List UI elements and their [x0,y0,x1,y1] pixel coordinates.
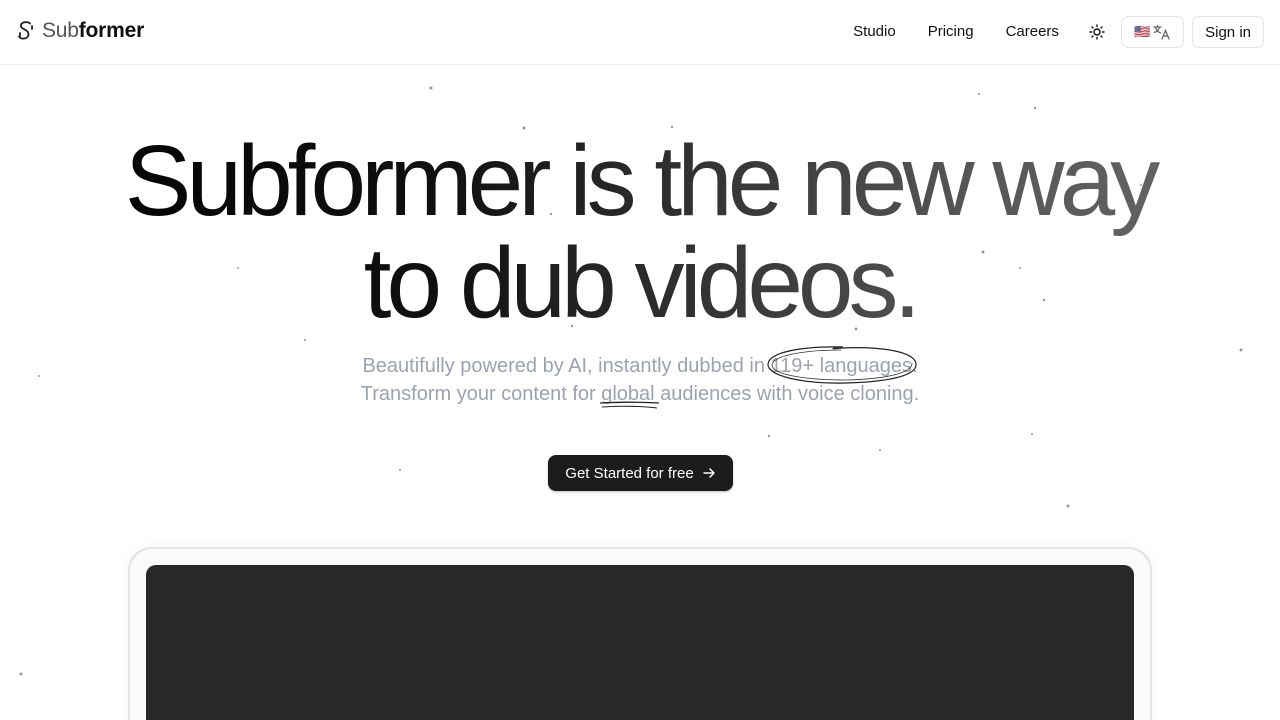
hero-headline: Subformer is the new way to dub videos. [0,130,1280,334]
arrow-right-icon [702,468,715,478]
top-navbar: Subformer Studio Pricing Careers 🇺🇸 Sign… [0,0,1280,65]
global-highlight: global [600,380,660,409]
subtitle-line-1: Beautifully powered by AI, instantly dub… [0,346,1280,384]
hero-headline-line-2: to dub videos. [363,227,917,339]
hand-drawn-underline-icon [600,401,660,409]
subformer-logo-icon [18,21,33,40]
sign-in-button[interactable]: Sign in [1192,16,1264,48]
subtitle-line-2-text: Transform your content for [360,383,602,405]
subtitle-line-2: Transform your content for global audien… [0,380,1280,409]
translate-icon [1153,24,1170,40]
get-started-button[interactable]: Get Started for free [548,455,733,491]
subtitle-line-1-text: Beautifully powered by AI, instantly dub… [362,355,771,377]
sun-icon [1089,24,1105,40]
hand-drawn-circle-icon [766,346,917,384]
languages-highlight: 119+ languages [766,346,917,384]
brand-name: Subformer [42,19,144,43]
hero-headline-line-1: Subformer is the new way [124,125,1156,237]
get-started-label: Get Started for free [565,464,694,482]
video-player[interactable] [146,565,1134,720]
brand-logo[interactable]: Subformer [16,19,144,43]
theme-toggle-button[interactable] [1081,16,1113,48]
us-flag-icon: 🇺🇸 [1133,24,1150,39]
language-selector-button[interactable]: 🇺🇸 [1120,16,1185,48]
brand-name-bold: former [78,19,145,42]
nav-link-pricing[interactable]: Pricing [912,16,990,48]
nav-link-careers[interactable]: Careers [990,16,1075,48]
hero-subtitle: Beautifully powered by AI, instantly dub… [0,346,1280,409]
brand-name-light: Sub [42,19,79,42]
nav-menu: Studio Pricing Careers 🇺🇸 Sign in [837,16,1264,48]
nav-link-studio[interactable]: Studio [837,16,912,48]
